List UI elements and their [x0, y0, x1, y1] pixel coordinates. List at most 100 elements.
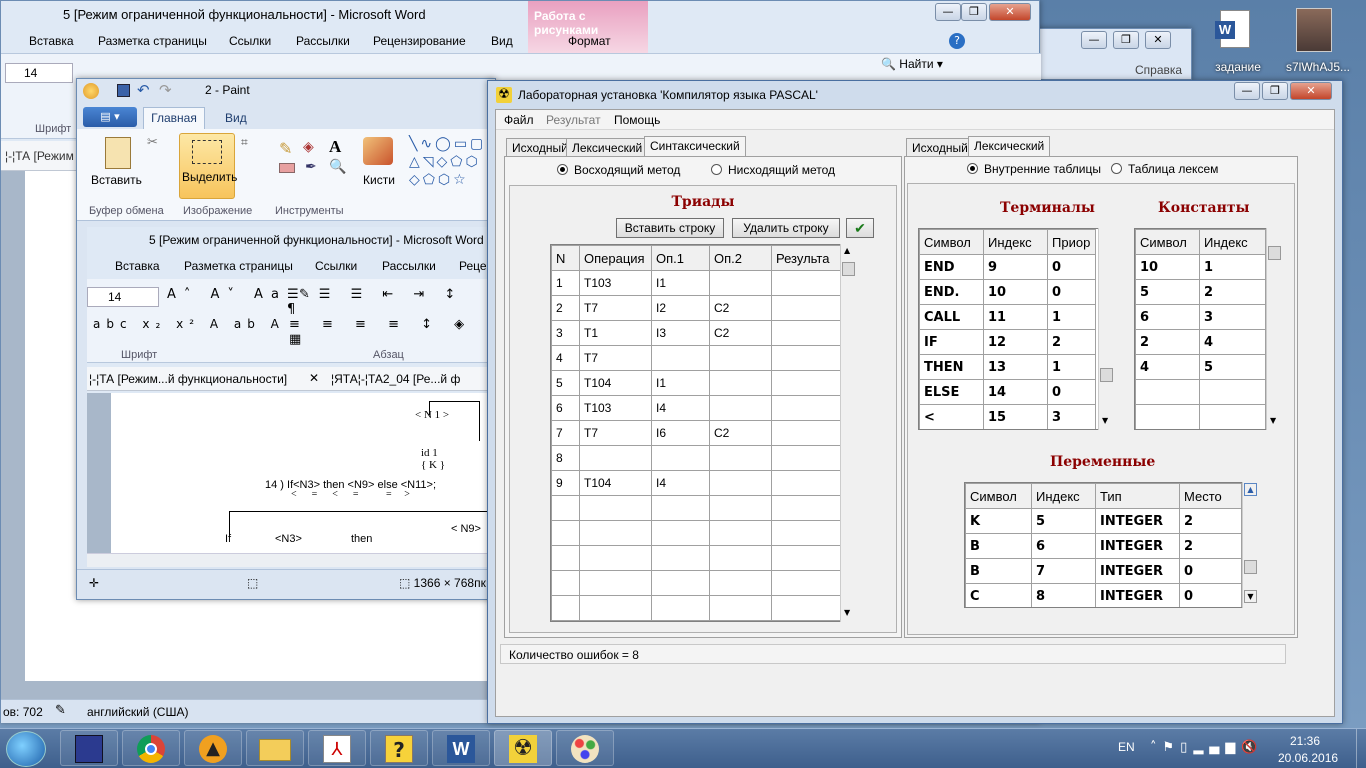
- lexeme-table-option[interactable]: Таблица лексем: [1111, 162, 1218, 176]
- table-cell[interactable]: [771, 570, 842, 596]
- table-cell[interactable]: [771, 295, 842, 321]
- paint-canvas[interactable]: 5 [Режим ограниченной функциональности] …: [87, 227, 491, 567]
- table-cell[interactable]: 1: [1199, 254, 1266, 280]
- table-cell[interactable]: 15: [983, 404, 1048, 429]
- table-cell[interactable]: [1135, 379, 1200, 405]
- maximize-button[interactable]: ❐: [1113, 31, 1139, 49]
- table-cell[interactable]: [651, 545, 710, 571]
- method-up-option[interactable]: Восходящий метод: [557, 163, 680, 177]
- flag-icon[interactable]: ⚑: [1163, 740, 1181, 755]
- table-cell[interactable]: 8: [551, 445, 580, 471]
- table-cell[interactable]: [551, 520, 580, 546]
- table-cell[interactable]: ELSE: [919, 379, 984, 405]
- table-cell[interactable]: [551, 545, 580, 571]
- taskbar-app-word[interactable]: W: [432, 730, 490, 766]
- table-cell[interactable]: [709, 370, 772, 396]
- table-cell[interactable]: 5: [1135, 279, 1200, 305]
- table-cell[interactable]: END.: [919, 279, 984, 305]
- tab-insert[interactable]: Вставка: [29, 34, 74, 48]
- method-down-option[interactable]: Нисходящий метод: [711, 163, 835, 177]
- scroll-thumb[interactable]: [1268, 246, 1281, 260]
- clock-date[interactable]: 20.06.2016: [1278, 751, 1338, 765]
- brushes-icon[interactable]: [363, 137, 393, 165]
- variables-scrollbar[interactable]: ▲ ▼: [1242, 482, 1258, 608]
- eraser-icon[interactable]: [279, 163, 295, 173]
- table-row[interactable]: B 6 INTEGER 2: [965, 533, 1242, 559]
- taskbar-app-aimp[interactable]: ▲: [184, 730, 242, 766]
- table-cell[interactable]: 2: [1047, 329, 1096, 355]
- table-row[interactable]: C 8 INTEGER 0: [965, 583, 1242, 607]
- table-cell[interactable]: 9: [551, 470, 580, 496]
- start-button[interactable]: [6, 731, 46, 767]
- document-tab[interactable]: ¦-¦ТА [Режим: [5, 149, 74, 163]
- table-cell[interactable]: [709, 595, 772, 621]
- table-row[interactable]: 9 T104 I4: [551, 470, 842, 496]
- table-cell[interactable]: [709, 520, 772, 546]
- table-cell[interactable]: [771, 595, 842, 621]
- table-row[interactable]: [551, 495, 842, 521]
- col-header[interactable]: Индекс: [1199, 229, 1266, 255]
- minimize-button[interactable]: —: [1234, 82, 1260, 100]
- table-row[interactable]: 52: [1135, 279, 1266, 305]
- table-cell[interactable]: [651, 345, 710, 371]
- battery-icon[interactable]: ▯: [1180, 740, 1193, 755]
- col-header[interactable]: Результа: [771, 245, 842, 271]
- triads-grid[interactable]: N Операция Оп.1 Оп.2 Результа 1 T103 I1 2 T7…: [550, 244, 856, 622]
- table-cell[interactable]: C2: [709, 420, 772, 446]
- volume-muted-icon[interactable]: 🔇: [1241, 740, 1263, 755]
- table-cell[interactable]: [551, 595, 580, 621]
- scroll-thumb[interactable]: [1244, 560, 1257, 574]
- table-cell[interactable]: INTEGER: [1095, 508, 1180, 534]
- table-cell[interactable]: T103: [579, 270, 652, 296]
- table-cell[interactable]: 4: [1135, 354, 1200, 380]
- table-cell[interactable]: [579, 570, 652, 596]
- table-cell[interactable]: [709, 345, 772, 371]
- col-header[interactable]: Операция: [579, 245, 652, 271]
- table-cell[interactable]: I1: [651, 370, 710, 396]
- col-header[interactable]: Место: [1179, 483, 1242, 509]
- table-cell[interactable]: [579, 495, 652, 521]
- table-cell[interactable]: I3: [651, 320, 710, 346]
- table-cell[interactable]: [551, 495, 580, 521]
- table-row[interactable]: [551, 545, 842, 571]
- table-cell[interactable]: INTEGER: [1095, 533, 1180, 559]
- table-cell[interactable]: I6: [651, 420, 710, 446]
- table-cell[interactable]: [1199, 404, 1266, 429]
- scroll-thumb[interactable]: [842, 262, 855, 276]
- table-cell[interactable]: 2: [1179, 533, 1242, 559]
- menu-result[interactable]: Результат: [546, 113, 601, 127]
- table-cell[interactable]: I2: [651, 295, 710, 321]
- taskbar-app-explorer[interactable]: [246, 730, 304, 766]
- taskbar-app-acrobat[interactable]: ⅄: [308, 730, 366, 766]
- scroll-down-icon[interactable]: ▼: [844, 608, 850, 617]
- col-header[interactable]: Символ: [919, 229, 984, 255]
- pencil-icon[interactable]: ✎: [279, 139, 292, 158]
- table-cell[interactable]: 3: [1047, 404, 1096, 429]
- table-cell[interactable]: [771, 270, 842, 296]
- table-cell[interactable]: T7: [579, 345, 652, 371]
- table-cell[interactable]: [651, 495, 710, 521]
- table-cell[interactable]: 0: [1179, 558, 1242, 584]
- tab-references[interactable]: Ссылки: [229, 34, 271, 48]
- close-button[interactable]: ✕: [1290, 82, 1332, 100]
- terminals-table[interactable]: Символ Индекс Приор END 9 0 END. 10 0 CALL 11 1 I…: [919, 229, 1096, 429]
- magnifier-icon[interactable]: 🔍: [329, 159, 346, 175]
- table-cell[interactable]: I4: [651, 470, 710, 496]
- save-icon[interactable]: [117, 84, 130, 97]
- table-row[interactable]: 3 T1 I3 C2: [551, 320, 842, 346]
- paint-window[interactable]: ↶ ↷ 2 - Paint ▤ ▾ Главная Вид Вставить ✂…: [76, 78, 497, 600]
- close-button[interactable]: ✕: [989, 3, 1031, 21]
- table-cell[interactable]: B: [965, 558, 1032, 584]
- col-header[interactable]: Тип: [1095, 483, 1180, 509]
- table-cell[interactable]: C: [965, 583, 1032, 607]
- table-row[interactable]: 24: [1135, 329, 1266, 355]
- table-cell[interactable]: 2: [551, 295, 580, 321]
- table-row[interactable]: 6 T103 I4: [551, 395, 842, 421]
- table-row[interactable]: K 5 INTEGER 2: [965, 508, 1242, 534]
- table-cell[interactable]: 5: [1199, 354, 1266, 380]
- constants-table[interactable]: Символ Индекс 10 1 5 2 6 3 2 4 4 5: [1135, 229, 1266, 429]
- table-cell[interactable]: 0: [1047, 379, 1096, 405]
- table-cell[interactable]: [579, 595, 652, 621]
- table-row[interactable]: 8: [551, 445, 842, 471]
- find-button[interactable]: 🔍 Найти ▾: [881, 57, 943, 71]
